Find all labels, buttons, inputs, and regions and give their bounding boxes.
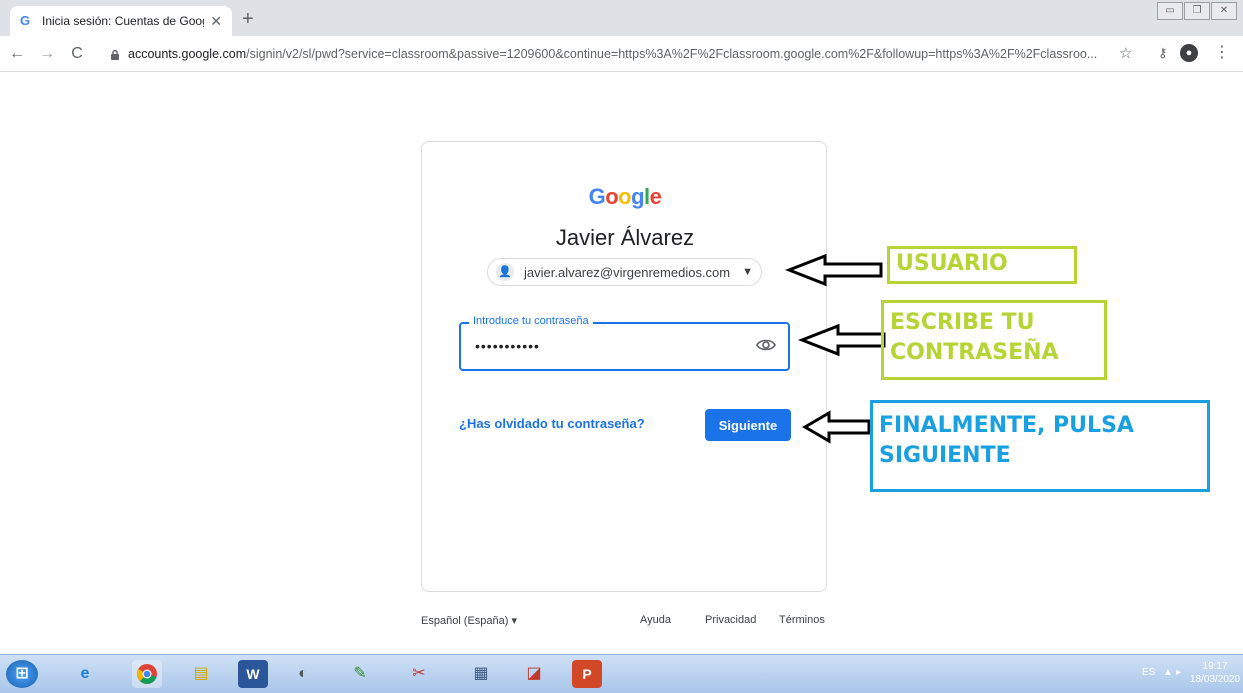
annotation-password-line1: ESCRIBE TU <box>890 310 1035 335</box>
file-explorer-icon[interactable]: ▤ <box>186 660 216 688</box>
tab-bar: G Inicia sesión: Cuentas de Google ✕ + ▭… <box>0 0 1243 36</box>
tab-title: Inicia sesión: Cuentas de Google <box>42 14 205 28</box>
user-name: Javier Álvarez <box>555 225 695 250</box>
taskbar: ⊞ e ▤ W ◐ ✎ ✂ ▦ ◪ P ES ▲ ▸ 19:17 18/03/2… <box>0 654 1243 693</box>
new-tab-button[interactable]: + <box>242 9 254 29</box>
clock-date: 18/03/2020 <box>1190 674 1241 685</box>
url-text: accounts.google.com/signin/v2/sl/pwd?ser… <box>128 47 1097 61</box>
menu-icon[interactable]: ⋮ <box>1214 42 1230 62</box>
language-label: Español (España) <box>421 615 509 627</box>
close-window-icon[interactable]: ✕ <box>1211 2 1237 20</box>
eye-icon[interactable] <box>756 338 776 352</box>
forgot-password-link[interactable]: ¿Has olvidado tu contraseña? <box>459 416 645 431</box>
signin-card: Google Javier Álvarez 👤 javier.alvarez@v… <box>421 141 827 592</box>
password-field[interactable]: Introduce tu contraseña <box>459 315 790 371</box>
arrow-user-icon <box>785 253 883 287</box>
browser-toolbar: ← → C accounts.google.com/signin/v2/sl/p… <box>0 36 1243 72</box>
annotation-next-line2: SIGUIENTE <box>879 443 1011 468</box>
url-host: accounts.google.com <box>128 47 247 61</box>
privacy-link[interactable]: Privacidad <box>705 614 756 626</box>
arrow-password-icon <box>798 323 886 357</box>
annotation-next-line1: FINALMENTE, PULSA <box>879 413 1134 438</box>
internet-explorer-icon[interactable]: e <box>70 660 100 688</box>
powerpoint-icon[interactable]: P <box>572 660 602 688</box>
url-path: /signin/v2/sl/pwd?service=classroom&pass… <box>246 47 1098 61</box>
address-bar[interactable]: accounts.google.com/signin/v2/sl/pwd?ser… <box>110 41 1110 67</box>
start-button-icon[interactable]: ⊞ <box>6 660 38 688</box>
tab-close-icon[interactable]: ✕ <box>210 13 222 30</box>
minimize-icon[interactable]: ▭ <box>1157 2 1183 20</box>
lock-icon[interactable] <box>110 49 120 60</box>
back-icon[interactable]: ← <box>4 45 30 63</box>
clock-time: 19:17 <box>1202 661 1228 672</box>
avatar-icon: 👤 <box>496 263 514 281</box>
snipping-tool-icon[interactable]: ✂ <box>404 660 434 688</box>
next-button[interactable]: Siguiente <box>705 409 791 441</box>
window-controls: ▭ ❐ ✕ <box>1156 2 1237 20</box>
account-email: javier.alvarez@virgenremedios.com <box>524 264 731 280</box>
paint-icon[interactable]: ✎ <box>345 660 375 688</box>
profile-icon[interactable]: ● <box>1180 44 1198 62</box>
help-link[interactable]: Ayuda <box>640 614 671 626</box>
network-icon[interactable]: ▸ <box>1176 667 1181 678</box>
annotation-password: ESCRIBE TU CONTRASEÑA <box>881 300 1107 380</box>
chevron-down-icon: ▼ <box>742 266 753 278</box>
account-chip[interactable]: 👤 javier.alvarez@virgenremedios.com ▼ <box>487 258 762 286</box>
chrome-icon[interactable] <box>132 660 162 688</box>
annotation-user-text: USUARIO <box>896 251 1008 276</box>
arrow-next-icon <box>802 410 871 444</box>
language-selector[interactable]: Español (España) ▾ <box>421 614 517 627</box>
tray-arrow-icon[interactable]: ▲ <box>1163 667 1173 678</box>
language-indicator[interactable]: ES <box>1142 667 1155 678</box>
terms-link[interactable]: Términos <box>779 614 825 626</box>
key-icon[interactable]: ⚷ <box>1158 45 1168 61</box>
annotation-password-line2: CONTRASEÑA <box>890 340 1059 365</box>
tab-signin[interactable]: G Inicia sesión: Cuentas de Google ✕ <box>10 6 232 36</box>
pdf-icon[interactable]: ◪ <box>519 660 549 688</box>
screen: G Inicia sesión: Cuentas de Google ✕ + ▭… <box>0 0 1243 693</box>
calculator-icon[interactable]: ▦ <box>466 660 496 688</box>
password-label: Introduce tu contraseña <box>469 315 593 327</box>
annotation-user: USUARIO <box>887 246 1077 284</box>
forward-icon[interactable]: → <box>34 45 60 63</box>
restore-icon[interactable]: ❐ <box>1184 2 1210 20</box>
app-pro-icon[interactable]: ◐ <box>288 660 318 688</box>
reload-icon[interactable]: C <box>64 45 90 63</box>
password-input[interactable] <box>475 338 745 354</box>
star-icon[interactable]: ☆ <box>1119 44 1132 62</box>
annotation-next: FINALMENTE, PULSA SIGUIENTE <box>870 400 1210 492</box>
caret-down-icon: ▾ <box>511 615 518 627</box>
google-logo: Google <box>588 184 662 209</box>
word-icon[interactable]: W <box>238 660 268 688</box>
google-favicon-icon: G <box>20 13 31 28</box>
clock[interactable]: 19:17 18/03/2020 <box>1190 660 1240 686</box>
